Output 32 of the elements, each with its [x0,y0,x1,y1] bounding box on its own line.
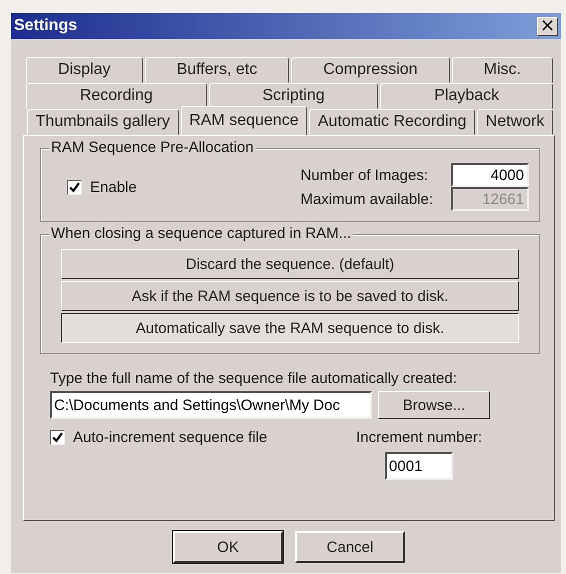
field-label: Number of Images: [300,166,430,184]
tab[interactable]: Misc. [452,57,554,83]
tab[interactable]: RAM sequence [180,106,308,135]
option-button[interactable]: Automatically save the RAM sequence to disk. [61,313,519,343]
field-label: Maximum available: [300,190,433,208]
path-field[interactable]: C:\Documents and Settings\Owner\My Doc [50,391,372,419]
dialog-button[interactable]: Cancel [295,531,405,563]
increment-field[interactable]: 0001 [385,452,454,480]
window-title: Settings [14,17,78,35]
browse-button[interactable]: Browse... [378,391,490,419]
tab[interactable]: Network [477,109,553,135]
number-field[interactable]: 4000 [451,163,529,187]
tab[interactable]: Buffers, etc [144,57,290,83]
field-label: Increment number: [356,429,482,446]
checkbox-label: Auto-increment sequence file [73,429,268,446]
dialog-button[interactable]: OK [173,531,283,563]
tab[interactable]: Display [26,57,143,83]
group-title: When closing a sequence captured in RAM... [49,225,354,242]
checkbox-label: Enable [90,179,137,196]
checkbox[interactable] [50,430,65,445]
option-button[interactable]: Ask if the RAM sequence is to be saved to disk. [61,281,519,311]
tab[interactable]: Playback [380,83,553,109]
checkbox[interactable] [67,180,82,195]
option-button[interactable]: Discard the sequence. (default) [61,249,519,279]
field-label: Type the full name of the sequence file automatically created: [50,370,458,387]
tab[interactable]: Compression [291,57,450,83]
tab[interactable]: Thumbnails gallery [27,109,179,135]
tab[interactable]: Automatic Recording [309,109,476,135]
close-button[interactable]: × [537,16,558,36]
tab[interactable]: Recording [26,83,207,109]
tab[interactable]: Scripting [208,83,378,109]
group-title: RAM Sequence Pre-Allocation [49,139,256,156]
